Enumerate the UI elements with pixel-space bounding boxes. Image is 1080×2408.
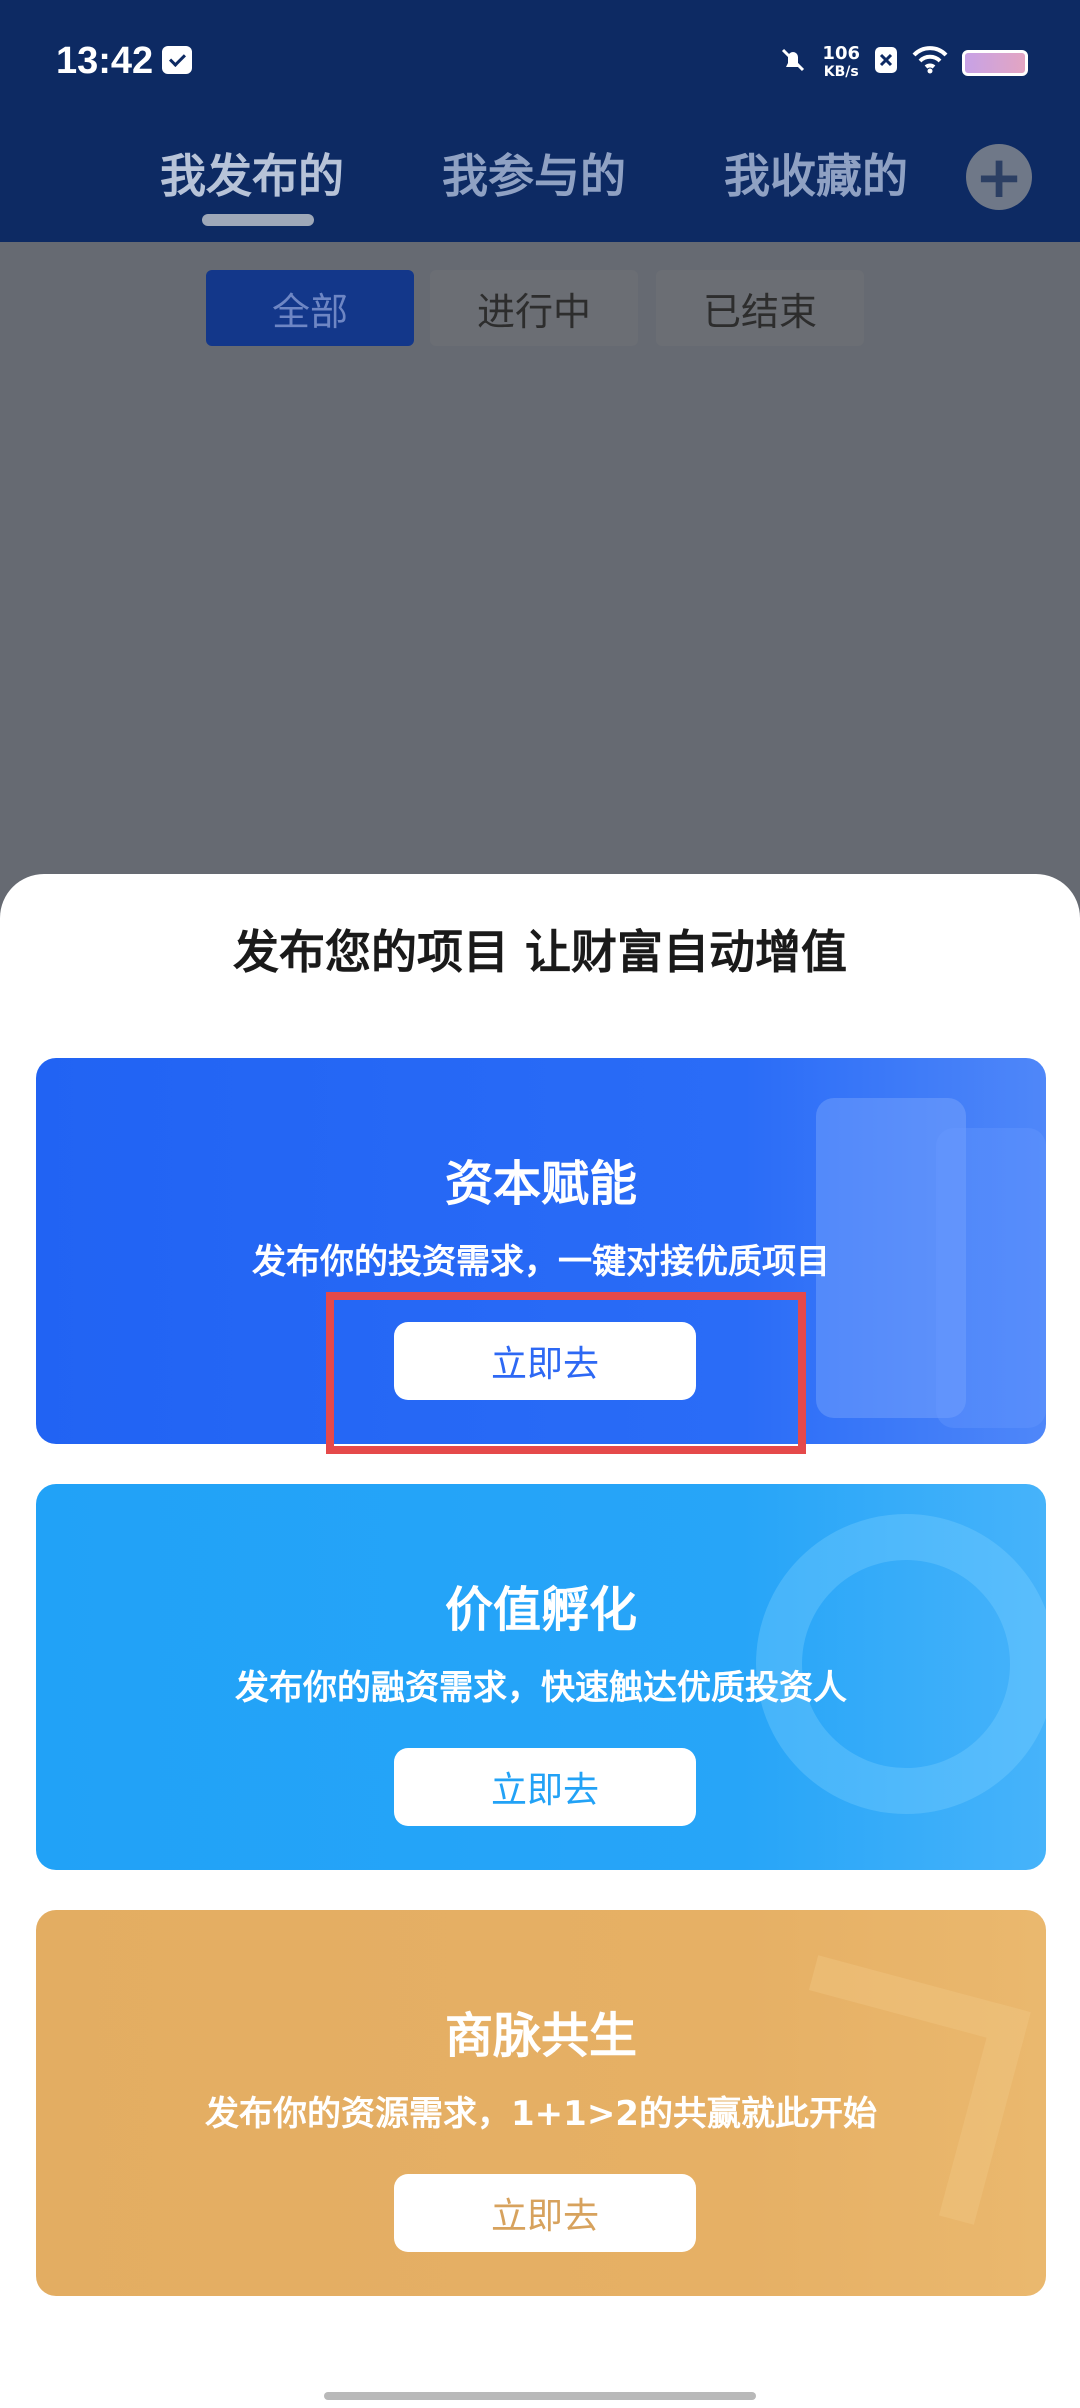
card-title: 价值孵化 bbox=[444, 1582, 637, 1638]
net-speed-value: 106 bbox=[822, 43, 860, 64]
tab-my-participated[interactable]: 我参与的 bbox=[442, 140, 626, 206]
home-indicator[interactable] bbox=[324, 2392, 756, 2400]
card-business-network: 商脉共生 发布你的资源需求，1+1>2的共赢就此开始 立即去 bbox=[36, 1910, 1046, 2296]
status-bar: 13:42 106 KB/s bbox=[0, 0, 1080, 120]
wifi-icon bbox=[912, 46, 948, 80]
mute-bell-icon bbox=[778, 45, 808, 81]
card-description: 发布你的融资需求，快速触达优质投资人 bbox=[235, 1668, 847, 1708]
card-value-incubation: 价值孵化 发布你的融资需求，快速触达优质投资人 立即去 bbox=[36, 1484, 1046, 1870]
publish-bottom-sheet: 发布您的项目 让财富自动增值 资本赋能 发布你的投资需求，一键对接优质项目 立即… bbox=[0, 874, 1080, 2408]
battery-icon bbox=[962, 50, 1028, 76]
tab-my-published[interactable]: 我发布的 bbox=[160, 140, 344, 206]
status-time: 13:42 bbox=[56, 40, 154, 82]
filter-all[interactable]: 全部 bbox=[206, 270, 414, 346]
message-icon bbox=[162, 46, 192, 74]
card-title: 资本赋能 bbox=[444, 1156, 637, 1212]
filter-ended[interactable]: 已结束 bbox=[656, 270, 864, 346]
add-icon[interactable]: + bbox=[966, 144, 1032, 210]
app-screen: 13:42 106 KB/s 我发布的 我参与的 我收藏的 + 全部 进行中 已… bbox=[0, 0, 1080, 2408]
tab-my-favorites[interactable]: 我收藏的 bbox=[724, 140, 908, 206]
data-blocked-icon bbox=[874, 46, 898, 80]
card-description: 发布你的投资需求，一键对接优质项目 bbox=[252, 1242, 830, 1282]
filter-bar: 全部 进行中 已结束 bbox=[0, 270, 1080, 346]
go-now-button[interactable]: 立即去 bbox=[394, 2174, 696, 2252]
go-now-button[interactable]: 立即去 bbox=[394, 1748, 696, 1826]
card-capital-empowerment: 资本赋能 发布你的投资需求，一键对接优质项目 立即去 bbox=[36, 1058, 1046, 1444]
card-title: 商脉共生 bbox=[444, 2008, 637, 2064]
status-icons: 106 KB/s bbox=[778, 38, 1028, 88]
net-speed-unit: KB/s bbox=[823, 64, 859, 80]
header: 13:42 106 KB/s 我发布的 我参与的 我收藏的 + bbox=[0, 0, 1080, 242]
card-description: 发布你的资源需求，1+1>2的共赢就此开始 bbox=[205, 2094, 877, 2134]
top-tabs: 我发布的 我参与的 我收藏的 + bbox=[0, 130, 1080, 242]
go-now-button[interactable]: 立即去 bbox=[394, 1322, 696, 1400]
sheet-title: 发布您的项目 让财富自动增值 bbox=[232, 925, 847, 979]
net-speed: 106 KB/s bbox=[822, 45, 860, 81]
active-tab-indicator bbox=[202, 214, 314, 226]
filter-in-progress[interactable]: 进行中 bbox=[430, 270, 638, 346]
